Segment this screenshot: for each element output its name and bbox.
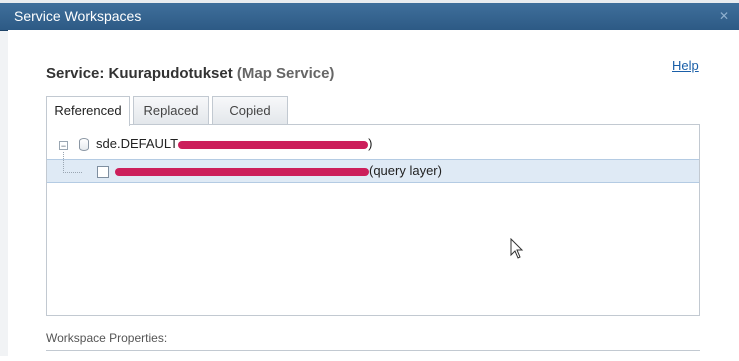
service-type: (Map Service) [236, 65, 335, 82]
dialog-title: Service Workspaces [14, 8, 142, 24]
dialog-titlebar[interactable]: Service Workspaces ✕ [0, 3, 739, 30]
tab-referenced[interactable]: Referenced [46, 96, 130, 126]
close-icon[interactable]: ✕ [717, 3, 731, 30]
connection-suffix: ) [368, 136, 373, 151]
expander-minus-icon[interactable]: − [59, 141, 68, 151]
query-layer-label: (query layer) [115, 163, 442, 178]
service-label: Service: [46, 65, 105, 82]
tab-copied[interactable]: Copied [212, 96, 288, 124]
service-workspaces-dialog: Service Workspaces ✕ Service: Kuurapudot… [0, 0, 739, 356]
tab-replaced[interactable]: Replaced [133, 96, 209, 124]
tree-node-query-layer[interactable]: (query layer) [47, 152, 699, 183]
help-link[interactable]: Help [672, 58, 699, 73]
referenced-workspaces-panel: − sde.DEFAULT) (query layer) [46, 124, 700, 316]
database-icon [79, 138, 89, 151]
service-heading: Service: Kuurapudotukset (Map Service) [46, 65, 334, 82]
dialog-body: Service: Kuurapudotukset (Map Service) H… [8, 30, 739, 356]
redaction-mark [115, 167, 369, 176]
connection-prefix: sde.DEFAULT [96, 136, 179, 151]
service-name: Kuurapudotukset [108, 65, 233, 82]
query-layer-suffix: (query layer) [369, 163, 442, 178]
redaction-mark [178, 140, 369, 149]
query-layer-checkbox[interactable] [97, 166, 109, 178]
workspace-properties-label: Workspace Properties: [46, 331, 168, 345]
tree-connector-lines [63, 152, 82, 173]
connection-label: sde.DEFAULT) [96, 136, 372, 151]
mouse-cursor-icon [510, 238, 524, 259]
